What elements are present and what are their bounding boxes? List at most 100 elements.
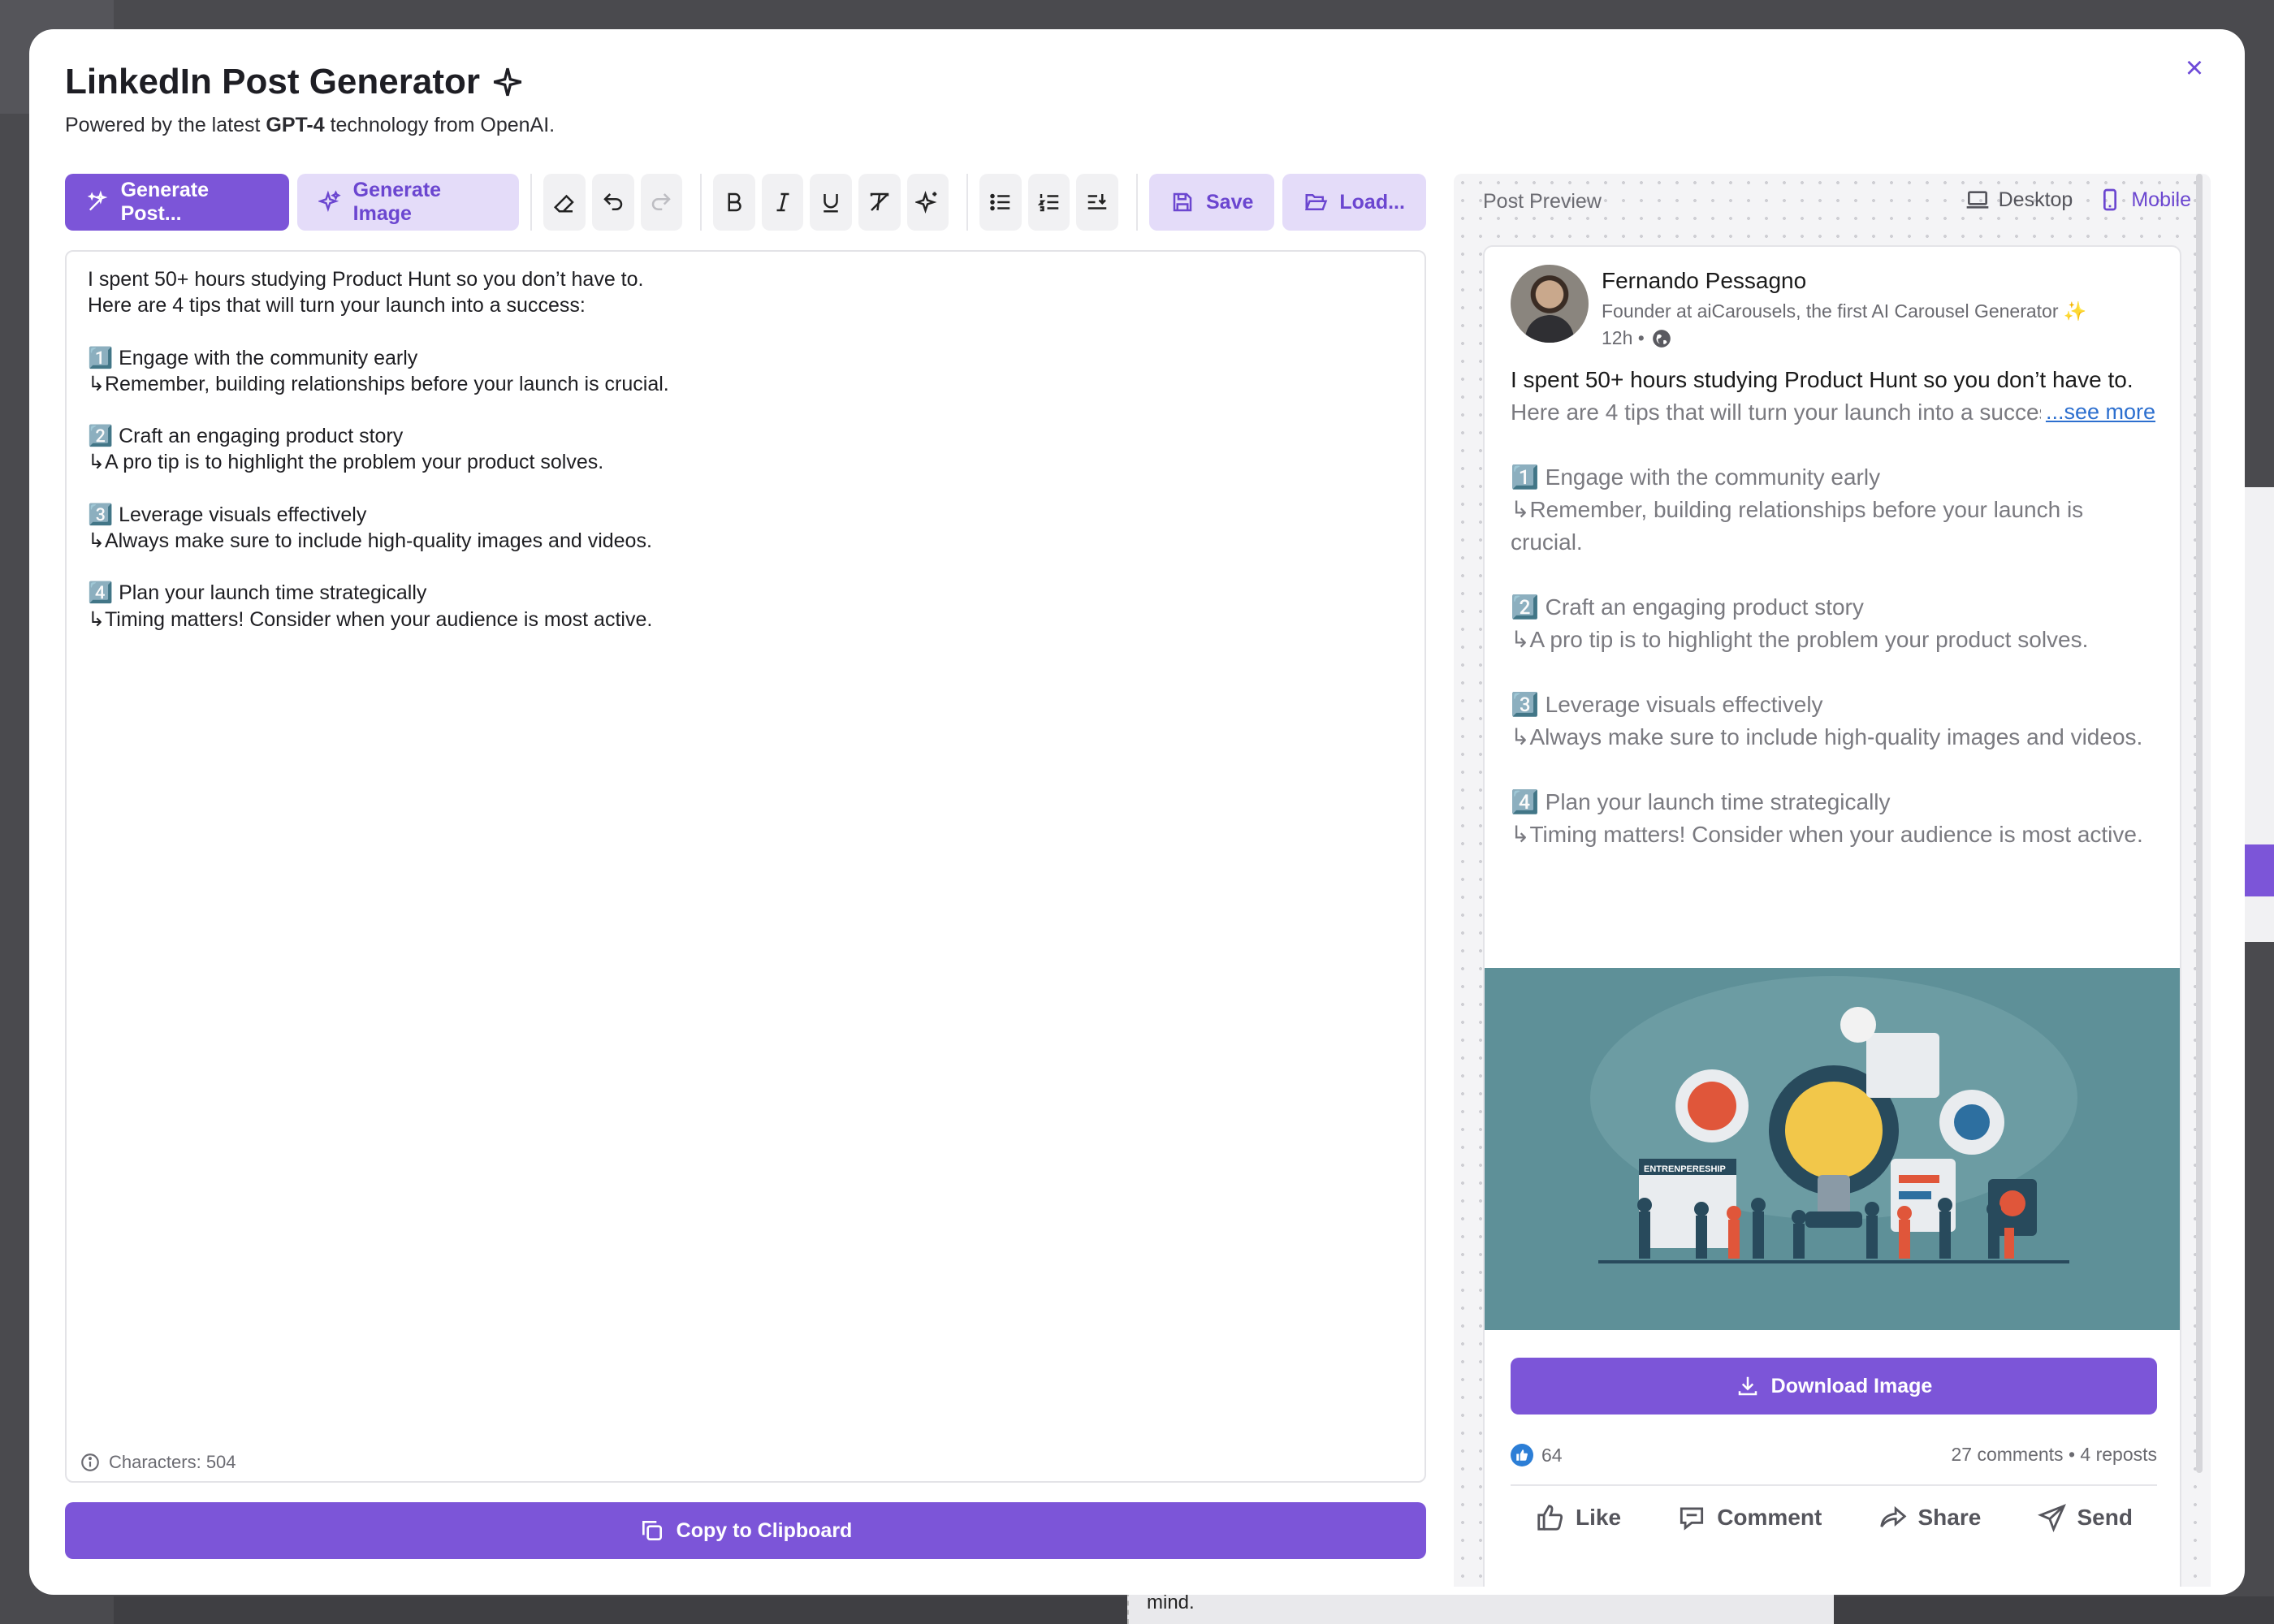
share-icon xyxy=(1879,1505,1906,1527)
actions-divider xyxy=(1511,1484,2157,1486)
bold-icon xyxy=(728,192,741,212)
thumbs-up-reaction-icon xyxy=(1511,1444,1533,1466)
toolbar-separator xyxy=(1136,174,1138,231)
toolbar-separator xyxy=(530,174,533,231)
post-preview-panel: Post Preview Desktop Mobile Fernando Pes… xyxy=(1454,174,2211,1587)
thumbs-up-icon xyxy=(1537,1505,1563,1531)
globe-icon xyxy=(1652,329,1671,348)
download-image-button[interactable]: Download Image xyxy=(1511,1358,2157,1415)
clear-button[interactable] xyxy=(543,174,586,231)
load-label: Load... xyxy=(1339,190,1405,214)
download-label: Download Image xyxy=(1770,1374,1933,1397)
text-insert-icon xyxy=(1088,194,1107,209)
post-editor[interactable]: I spent 50+ hours studying Product Hunt … xyxy=(65,250,1426,1483)
comment-action[interactable]: Comment xyxy=(1676,1502,1822,1533)
clear-format-button[interactable] xyxy=(858,174,901,231)
like-action[interactable]: Like xyxy=(1535,1502,1621,1533)
sparkles-icon xyxy=(318,190,341,213)
like-count-text: 64 xyxy=(1541,1444,1563,1466)
numbered-list-icon xyxy=(1037,194,1058,212)
post-author: Fernando Pessagno Founder at aiCarousels… xyxy=(1511,265,2087,349)
like-label: Like xyxy=(1576,1505,1622,1530)
image-banner-text: ENTRENPERESHIP xyxy=(1644,1164,1726,1174)
generate-post-label: Generate Post... xyxy=(120,179,209,225)
ai-sparkle-icon xyxy=(915,191,937,214)
character-count-text: Characters: 504 xyxy=(109,1452,236,1472)
floppy-disk-icon xyxy=(1173,192,1192,212)
generate-image-button[interactable]: Generate Image xyxy=(297,174,520,231)
editor-toolbar: Generate Post... Generate Image Save Loa… xyxy=(65,174,1426,231)
redo-icon xyxy=(652,193,672,210)
modal-title-text: LinkedIn Post Generator xyxy=(65,62,480,102)
redo-button[interactable] xyxy=(640,174,683,231)
undo-button[interactable] xyxy=(592,174,634,231)
background-card xyxy=(1127,1592,1834,1624)
author-name: Fernando Pessagno xyxy=(1602,268,1807,293)
toolbar-separator xyxy=(966,174,969,231)
modal-title: LinkedIn Post Generator xyxy=(65,62,524,102)
comment-label: Comment xyxy=(1717,1505,1822,1530)
subtitle-prefix: Powered by the latest xyxy=(65,114,266,136)
post-first-line: I spent 50+ hours studying Product Hunt … xyxy=(1511,367,2133,392)
underline-button[interactable] xyxy=(810,174,853,231)
generate-post-button[interactable]: Generate Post... xyxy=(65,174,290,231)
view-toggle: Desktop Mobile xyxy=(1965,187,2191,213)
desktop-view-option[interactable]: Desktop xyxy=(1965,187,2073,213)
undo-icon xyxy=(603,193,623,210)
engagement-summary[interactable]: 27 comments • 4 reposts xyxy=(1952,1444,2158,1466)
sparkle-icon xyxy=(493,67,522,97)
toolbar-separator xyxy=(700,174,703,231)
background-text: mind. xyxy=(1147,1592,1195,1613)
numbered-list-button[interactable] xyxy=(1027,174,1070,231)
post-stats: 64 27 comments • 4 reposts xyxy=(1511,1444,2157,1466)
comment-icon xyxy=(1680,1507,1704,1531)
see-more-link[interactable]: ...see more xyxy=(2040,400,2155,425)
send-action[interactable]: Send xyxy=(2037,1502,2133,1533)
linkedin-post-card: Fernando Pessagno Founder at aiCarousels… xyxy=(1483,245,2181,1587)
bullet-list-icon xyxy=(990,193,1010,211)
post-actions: Like Comment Share Send xyxy=(1511,1502,2157,1533)
post-image: ENTRENPERESHIP xyxy=(1485,968,2180,1330)
entrepreneurship-illustration: ENTRENPERESHIP xyxy=(1485,968,2180,1330)
ai-format-button[interactable] xyxy=(906,174,949,231)
insert-button[interactable] xyxy=(1076,174,1119,231)
share-label: Share xyxy=(1917,1505,1982,1530)
bullet-list-button[interactable] xyxy=(979,174,1022,231)
generate-image-label: Generate Image xyxy=(352,179,442,225)
author-headline: Founder at aiCarousels, the first AI Car… xyxy=(1602,300,2087,322)
generator-modal: × LinkedIn Post Generator Powered by the… xyxy=(29,29,2245,1595)
close-icon: × xyxy=(2185,50,2204,85)
italic-icon xyxy=(776,192,789,212)
save-button[interactable]: Save xyxy=(1148,174,1275,231)
post-editor-content[interactable]: I spent 50+ hours studying Product Hunt … xyxy=(88,266,1403,633)
post-time-text: 12h • xyxy=(1602,327,1645,348)
like-count[interactable]: 64 xyxy=(1511,1444,1563,1466)
copy-to-clipboard-button[interactable]: Copy to Clipboard xyxy=(65,1502,1426,1559)
underline-icon xyxy=(824,194,838,213)
download-icon xyxy=(1738,1376,1757,1396)
subtitle-model: GPT-4 xyxy=(266,114,325,136)
share-action[interactable]: Share xyxy=(1878,1502,1982,1533)
desktop-view-label: Desktop xyxy=(1998,188,2073,211)
character-counter: Characters: 504 xyxy=(80,1452,236,1473)
copy-icon xyxy=(642,1521,662,1540)
laptop-icon xyxy=(1966,191,1988,209)
send-label: Send xyxy=(2077,1505,2133,1530)
post-time: 12h • xyxy=(1602,327,2087,349)
preview-label: Post Preview xyxy=(1483,190,1602,213)
preview-scrollbar[interactable] xyxy=(2196,174,2203,1473)
subtitle-suffix: technology from OpenAI. xyxy=(324,114,556,136)
copy-label: Copy to Clipboard xyxy=(676,1518,853,1542)
save-label: Save xyxy=(1205,190,1254,214)
close-button[interactable]: × xyxy=(2175,49,2214,88)
italic-button[interactable] xyxy=(761,174,804,231)
post-body: I spent 50+ hours studying Product Hunt … xyxy=(1511,364,2157,851)
folder-open-icon xyxy=(1305,194,1328,210)
clear-format-icon xyxy=(870,192,889,211)
eraser-icon xyxy=(554,194,574,213)
load-button[interactable]: Load... xyxy=(1282,174,1426,231)
info-icon xyxy=(81,1453,99,1471)
mobile-view-option[interactable]: Mobile xyxy=(2097,187,2191,213)
bold-button[interactable] xyxy=(713,174,755,231)
modal-subtitle: Powered by the latest GPT-4 technology f… xyxy=(65,114,555,137)
